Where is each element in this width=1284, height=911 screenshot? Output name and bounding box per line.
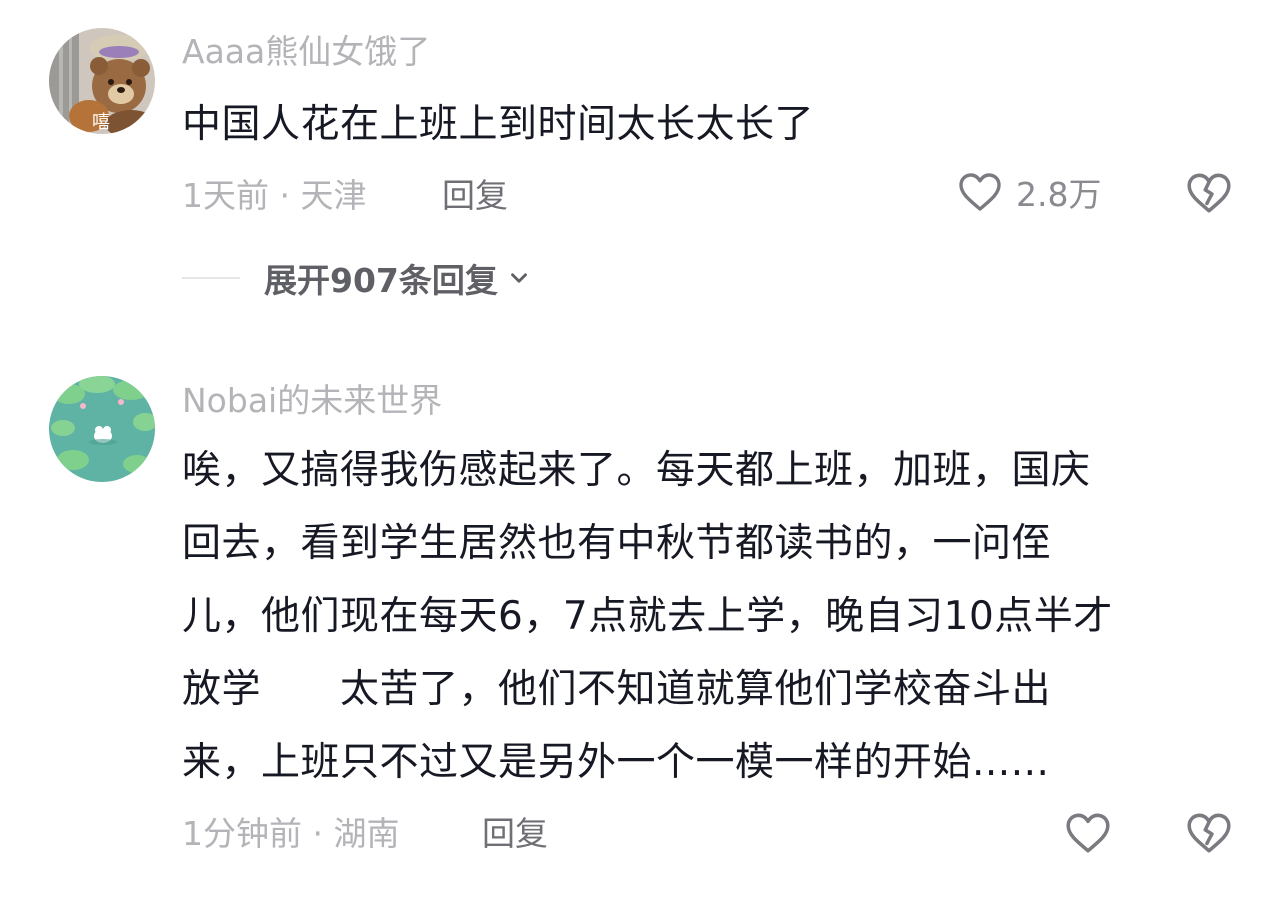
broken-heart-icon[interactable]	[1184, 808, 1234, 858]
like-count: 2.8万	[1016, 175, 1102, 214]
comment-item: Nobai的未来世界 唉，又搞得我伤感起来了。每天都上班，加班，国庆 回去，看到…	[0, 340, 1284, 911]
comment-text-line: 儿，他们现在每天6，7点就去上学，晚自习10点半才	[182, 594, 1113, 639]
comment-text-line: 回去，看到学生居然也有中秋节都读书的，一问侄	[182, 521, 1052, 566]
user-avatar[interactable]: 嘻	[49, 28, 155, 134]
reply-button[interactable]: 回复	[442, 174, 508, 218]
meta-separator: ·	[302, 814, 334, 853]
comment-time: 1分钟前	[182, 814, 302, 853]
heart-icon[interactable]	[1063, 808, 1113, 858]
comment-text-line: 来，上班只不过又是另外一个一模一样的开始......	[182, 740, 1050, 785]
comment-meta: 1天前 · 天津	[182, 174, 366, 218]
comment-text-line: 放学 太苦了，他们不知道就算他们学校奋斗出	[182, 667, 1052, 712]
comment-location: 天津	[300, 176, 367, 215]
comment-time: 1天前	[182, 176, 269, 215]
like-button[interactable]	[1063, 808, 1113, 858]
broken-heart-icon[interactable]	[1184, 168, 1234, 218]
avatar-badge: 嘻	[92, 112, 110, 133]
comment-meta: 1分钟前 · 湖南	[182, 812, 399, 856]
expand-replies-label[interactable]: 展开907条回复	[264, 254, 498, 302]
comment-text: 唉，又搞得我伤感起来了。每天都上班，加班，国庆 回去，看到学生居然也有中秋节都读…	[182, 434, 1242, 799]
comment-text: 中国人花在上班上到时间太长太长了	[182, 102, 815, 147]
user-avatar[interactable]	[49, 376, 155, 482]
chevron-down-icon[interactable]	[506, 265, 532, 291]
like-button[interactable]: 2.8万	[956, 168, 1101, 216]
expand-replies[interactable]: 展开907条回复	[182, 254, 532, 302]
reply-button[interactable]: 回复	[482, 812, 548, 856]
teddy-bear-avatar-icon: 嘻	[49, 28, 155, 134]
comment-text-line: 唉，又搞得我伤感起来了。每天都上班，加班，国庆	[182, 448, 1091, 493]
username[interactable]: Nobai的未来世界	[182, 379, 442, 423]
divider	[182, 277, 240, 279]
meta-separator: ·	[269, 176, 301, 215]
comment-location: 湖南	[333, 814, 400, 853]
comment-item: 嘻 Aaaa熊仙女饿了 中国人花在上班上到时间太长太长了 1天前 · 天津 回复…	[0, 0, 1284, 340]
heart-icon[interactable]	[956, 168, 1004, 216]
lily-pond-avatar-icon	[49, 376, 155, 482]
username[interactable]: Aaaa熊仙女饿了	[182, 30, 430, 74]
